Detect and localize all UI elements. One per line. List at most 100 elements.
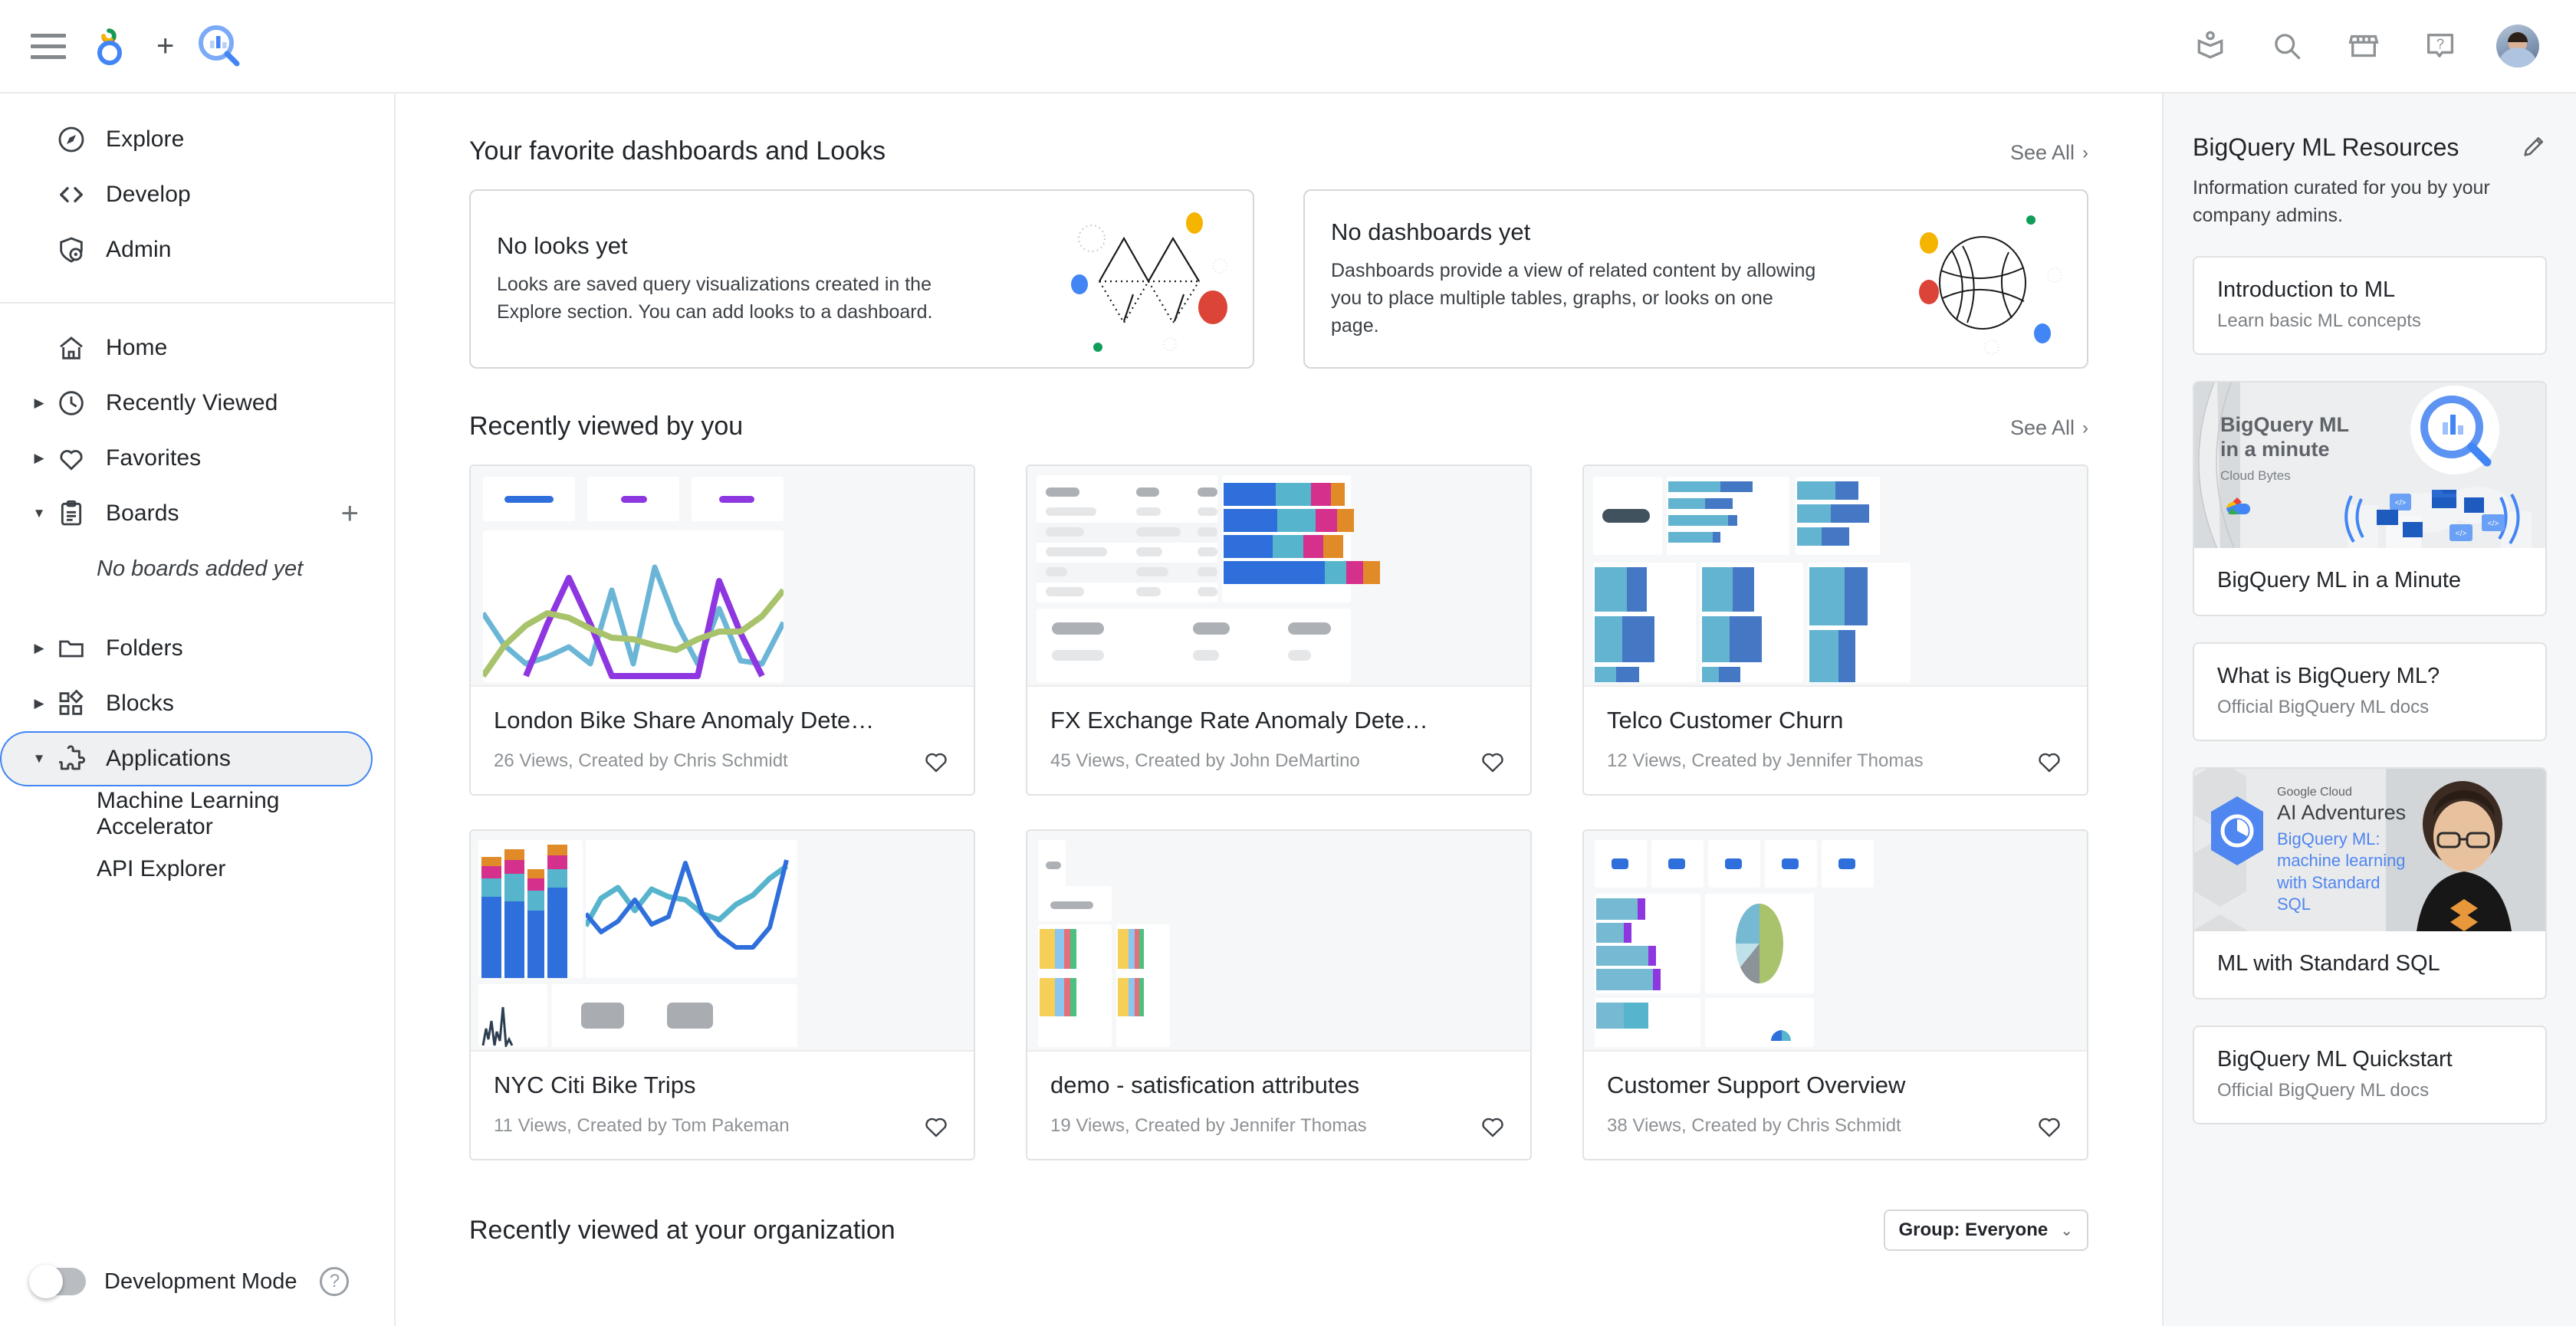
content-card[interactable]: London Bike Share Anomaly Dete… 26 Views… [469,464,975,796]
favorites-section-header: Your favorite dashboards and Looks See A… [469,94,2088,189]
favorite-heart-icon[interactable] [922,747,951,776]
chevron-right-icon[interactable]: ▶ [28,396,51,411]
favorite-heart-icon[interactable] [1478,1111,1507,1141]
resource-card-bqml-quickstart[interactable]: BigQuery ML Quickstart Official BigQuery… [2193,1025,2547,1124]
sidebar-item-blocks[interactable]: ▶ Blocks [0,676,373,731]
chevron-down-icon[interactable]: ▼ [28,506,51,521]
right-panel: BigQuery ML Resources Information curate… [2162,94,2576,1326]
puzzle-icon [51,743,92,774]
sidebar-subitem-ml-accelerator[interactable]: Machine Learning Accelerator [0,786,394,842]
no-dashboards-text: No dashboards yet Dashboards provide a v… [1331,218,1826,340]
pencil-icon[interactable] [2521,133,2547,163]
help-icon[interactable]: ? [2420,25,2461,67]
sidebar-item-explore[interactable]: Explore [0,112,373,167]
chevron-right-icon[interactable]: ▶ [28,451,51,466]
favorite-heart-icon[interactable] [1478,747,1507,776]
content-card[interactable]: Telco Customer Churn 12 Views, Created b… [1582,464,2088,796]
sidebar-item-label: Favorites [106,445,202,471]
sidebar-subitem-api-explorer[interactable]: API Explorer [0,842,394,897]
resource-card-subtitle: Learn basic ML concepts [2217,310,2421,331]
development-mode-row: Development Mode ? [0,1237,394,1326]
card-meta-text: 38 Views, Created by Chris Schmidt [1607,1115,1901,1136]
folder-icon [51,633,92,664]
sidebar-item-folders[interactable]: ▶ Folders [0,621,373,676]
card-meta-text: 12 Views, Created by Jennifer Thomas [1607,750,1924,771]
content-card[interactable]: Customer Support Overview 38 Views, Crea… [1582,829,2088,1160]
favorite-heart-icon[interactable] [2035,747,2064,776]
card-footer: 12 Views, Created by Jennifer Thomas [1607,747,2064,776]
looker-home-page: + ? Explore Develop Admin Home ▶ Recentl… [0,0,2576,1326]
no-dashboards-card[interactable]: No dashboards yet Dashboards provide a v… [1303,189,2088,369]
resource-card-what-is-bqml[interactable]: What is BigQuery ML? Official BigQuery M… [2193,642,2547,741]
org-section-header: Recently viewed at your organization Gro… [469,1170,2088,1251]
chevron-right-icon[interactable]: ▶ [28,696,51,711]
content-card[interactable]: NYC Citi Bike Trips 11 Views, Created by… [469,829,975,1160]
add-board-button[interactable]: + [341,498,359,529]
card-footer: 38 Views, Created by Chris Schmidt [1607,1111,2064,1141]
empty-state-row: No looks yet Looks are saved query visua… [469,189,2088,369]
sidebar-item-label: Explore [106,126,185,152]
no-looks-text: No looks yet Looks are saved query visua… [497,232,992,327]
chevron-down-icon[interactable]: ▼ [28,751,51,766]
top-header: + ? [0,0,2576,94]
favorite-heart-icon[interactable] [922,1111,951,1141]
sidebar-item-home[interactable]: Home [0,320,373,376]
sidebar-item-admin[interactable]: Admin [0,222,373,277]
resource-card-intro-ml[interactable]: Introduction to ML Learn basic ML concep… [2193,255,2547,355]
blocks-icon [51,688,92,719]
card-title: Telco Customer Churn [1607,707,1844,734]
content-card[interactable]: FX Exchange Rate Anomaly Dete… 45 Views,… [1026,464,1532,796]
no-looks-card[interactable]: No looks yet Looks are saved query visua… [469,189,1254,369]
resource-card-subtitle: Official BigQuery ML docs [2217,1079,2430,1101]
code-icon [51,179,92,210]
sidebar-item-recently-viewed[interactable]: ▶ Recently Viewed [0,376,373,431]
card-meta-text: 45 Views, Created by John DeMartino [1050,750,1360,771]
logo-plus-separator: + [156,29,175,63]
shield-icon [51,235,92,265]
development-mode-help-icon[interactable]: ? [320,1267,350,1296]
sidebar-item-boards[interactable]: ▼ Boards + [0,486,373,541]
favorite-heart-icon[interactable] [2035,1111,2064,1141]
development-mode-label: Development Mode [104,1269,297,1294]
sidebar-item-applications[interactable]: ▼ Applications [0,731,373,786]
marketplace-icon[interactable] [2343,25,2384,67]
svg-text:?: ? [2436,36,2444,52]
card-thumbnail [1584,831,2087,1052]
resource-card-body: ML with Standard SQL [2194,931,2545,998]
development-mode-toggle[interactable] [29,1265,86,1298]
sidebar-item-label: Folders [106,635,183,661]
card-title: demo - satisfication attributes [1050,1072,1360,1098]
favorites-see-all-link[interactable]: See All › [2010,141,2088,165]
hamburger-menu-icon[interactable] [31,31,66,61]
boards-empty-message: No boards added yet [97,556,304,581]
no-dashboards-title: No dashboards yet [1331,218,1531,245]
recent-cards-row-2: NYC Citi Bike Trips 11 Views, Created by… [469,829,2088,1160]
resource-card-bqml-minute[interactable]: </> </> </> BigQuery ML in a minute Clou… [2193,380,2547,616]
chevron-right-icon[interactable]: ▶ [28,641,51,656]
card-title: London Bike Share Anomaly Dete… [494,707,875,734]
card-thumbnail [1584,466,2087,687]
search-icon[interactable] [2266,25,2308,67]
resource-card-title: Introduction to ML [2217,277,2396,302]
recent-cards-row-1: London Bike Share Anomaly Dete… 26 Views… [469,464,2088,796]
learn-icon[interactable] [2190,25,2231,67]
card-thumbnail [1027,831,1530,1052]
card-meta: Customer Support Overview 38 Views, Crea… [1584,1052,2087,1159]
sidebar-item-favorites[interactable]: ▶ Favorites [0,431,373,486]
content-card[interactable]: demo - satisfication attributes 19 Views… [1026,829,1532,1160]
group-filter-dropdown[interactable]: Group: Everyone ⌄ [1883,1209,2088,1251]
avatar[interactable] [2496,25,2539,67]
resource-card-ml-standard-sql[interactable]: Google Cloud AI Adventures BigQuery ML: … [2193,766,2547,999]
card-title: Customer Support Overview [1607,1072,1906,1098]
chevron-down-icon: ⌄ [2060,1222,2073,1239]
card-meta: demo - satisfication attributes 19 Views… [1027,1052,1530,1159]
bigquery-logo-icon[interactable] [196,22,243,70]
looker-logo-icon[interactable] [86,21,135,71]
zigzag-art-icon [1063,191,1239,367]
recent-see-all-link[interactable]: See All › [2010,416,2088,440]
sidebar-item-develop[interactable]: Develop [0,167,373,222]
sidebar-scroll: Explore Develop Admin Home ▶ Recently Vi… [0,94,394,1237]
resource-card-body: What is BigQuery ML? Official BigQuery M… [2194,644,2545,740]
svg-text:</>: </> [2395,499,2407,507]
sidebar-item-label: Admin [106,237,172,262]
